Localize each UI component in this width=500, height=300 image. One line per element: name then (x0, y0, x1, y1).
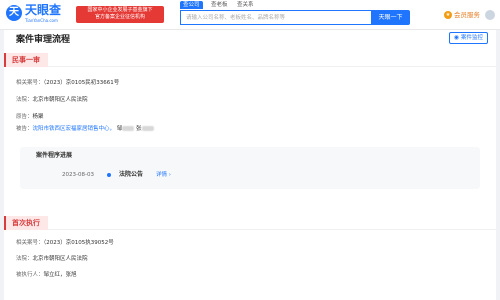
progress-title: 案件程序进展 (36, 152, 73, 159)
executed-person-field: 被执行人：邹立红，张旭 (16, 271, 77, 279)
section-header-civil-first-instance: 民事一审 (4, 53, 496, 67)
field-label: 相关案号： (16, 240, 44, 246)
case-number-field: 相关案号：（2023）京0105民初33661号 (16, 79, 119, 87)
logo-url: TianYanCha.com (25, 18, 58, 23)
page-title: 案件审理流程 (16, 35, 71, 45)
search-tab-boss[interactable]: 查老板 (208, 1, 231, 9)
vip-crown-icon: ★ (444, 11, 452, 19)
field-value: 北京市朝阳区人民法院 (32, 97, 88, 103)
promo-line-1: 国家中小企业发展子基金旗下 (87, 7, 153, 13)
field-value: 邹立红，张旭 (43, 272, 77, 278)
field-value: （2023）京0105民初33661号 (43, 80, 120, 86)
court-field: 法院：北京市朝阳区人民法院 (16, 255, 88, 263)
case-progress-box: 案件程序进展 2023-08-03 法院公告 详情 › (20, 147, 480, 189)
progress-date: 2023-08-03 (62, 172, 94, 178)
case-monitor-button[interactable]: ◉ 案件监控 (448, 32, 488, 44)
logo-icon[interactable]: 天 (6, 5, 22, 21)
top-navbar: 天 天眼查 TianYanCha.com 国家中小企业发展子基金旗下 官方备案企… (0, 0, 500, 30)
progress-detail-link[interactable]: 详情 › (156, 171, 171, 179)
timeline-dot-icon (107, 173, 111, 177)
field-value: 北京市朝阳区人民法院 (32, 256, 88, 262)
promo-line-2: 官方备案企业征信机构 (94, 14, 145, 20)
field-label: 相关案号： (16, 80, 44, 86)
vip-label: 会员服务 (454, 11, 480, 19)
redacted-mask (122, 126, 135, 131)
case-process-page: 案件审理流程 ◉ 案件监控 民事一审 相关案号：（2023）京0105民初3366… (4, 30, 496, 300)
court-field: 法院：北京市朝阳区人民法院 (16, 96, 88, 104)
vip-service-link[interactable]: ★ 会员服务 (444, 10, 480, 20)
redacted-mask (141, 126, 154, 131)
avatar[interactable] (485, 10, 495, 20)
search-button[interactable]: 天眼一下 (371, 10, 410, 25)
field-label: 被告： (16, 126, 33, 132)
progress-type: 法院公告 (119, 171, 144, 178)
plaintiff-field: 原告：杨聚 (16, 113, 44, 121)
field-label: 原告： (16, 114, 33, 120)
case-number-field: 相关案号：（2023）京0105执39052号 (16, 239, 114, 247)
field-label: 法院： (16, 97, 33, 103)
case-monitor-label: 案件监控 (460, 35, 483, 41)
defendant-company-link[interactable]: 沈阳市铁西区宏福家居销售中心， (33, 126, 116, 132)
monitor-icon: ◉ (453, 34, 459, 41)
field-label: 法院： (16, 256, 33, 262)
field-value: （2023）京0105执39052号 (43, 240, 114, 246)
search-tab-company[interactable]: 查公司 (180, 1, 203, 9)
promo-banner[interactable]: 国家中小企业发展子基金旗下 官方备案企业征信机构 (76, 6, 164, 23)
defendant-field: 被告：沈阳市铁西区宏福家居销售中心， 邹 张 (16, 125, 154, 133)
section-tag: 民事一审 (4, 53, 48, 67)
section-header-first-execution: 首次执行 (4, 216, 496, 230)
logo-text[interactable]: 天眼查 (25, 3, 61, 17)
field-value: 杨聚 (32, 114, 44, 120)
field-label: 被执行人： (16, 272, 44, 278)
search-input[interactable] (180, 10, 371, 25)
defendant-name-2[interactable]: 张 (136, 126, 142, 132)
search-tab-relation[interactable]: 查关系 (234, 1, 257, 9)
section-tag: 首次执行 (4, 216, 48, 230)
